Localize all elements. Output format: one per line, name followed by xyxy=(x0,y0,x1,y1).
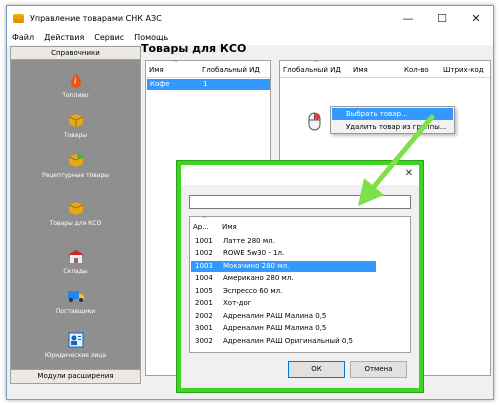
item-name: ROWE 5w30 - 1л. xyxy=(223,249,285,257)
sort-arrow-icon: ^ xyxy=(173,60,179,67)
sidebar-header[interactable]: Справочники xyxy=(11,47,140,60)
table-row[interactable]: Кофе 1 xyxy=(147,79,270,90)
item-name: Латте 280 мл. xyxy=(223,237,275,245)
column-header-name[interactable]: Имя xyxy=(149,66,164,74)
sidebar-item-fuel[interactable]: Топливо xyxy=(11,72,140,99)
close-button[interactable]: ✕ xyxy=(459,6,493,30)
sidebar-item-label: Товары xyxy=(63,132,88,139)
sidebar-item-label: Товары для КСО xyxy=(49,220,102,227)
product-list-header: ^ Ар... Имя xyxy=(190,216,410,233)
sidebar-item-label: Юридические лица xyxy=(44,352,107,359)
items-grid-header: ^ Глобальный ИД Имя Кол-во Штрих-код xyxy=(280,60,490,78)
list-item-selected[interactable]: 1003 Мокачино 280 мл. xyxy=(191,261,376,272)
context-item-remove-from-group[interactable]: Удалить товар из группы... xyxy=(332,121,453,133)
ok-button[interactable]: ОК xyxy=(288,361,345,378)
dialog-search-input[interactable] xyxy=(189,195,411,209)
column-header-global-id[interactable]: Глобальный ИД xyxy=(283,66,341,74)
mouse-icon xyxy=(308,112,321,131)
kso-box-icon xyxy=(68,202,83,215)
menu-help[interactable]: Помощь xyxy=(129,33,173,42)
box-icon xyxy=(68,114,83,127)
minimize-button[interactable]: — xyxy=(391,6,425,30)
cell-global-id: 1 xyxy=(203,80,208,88)
menu-file[interactable]: Файл xyxy=(7,33,39,42)
item-name: Адреналин РАШ Малина 0,5 xyxy=(223,324,327,332)
cell-name: Кофе xyxy=(150,80,170,88)
cancel-button[interactable]: Отмена xyxy=(350,361,407,378)
sidebar: Справочники Топливо Товары Рецептурные т… xyxy=(10,46,141,384)
item-code: 2001 xyxy=(195,299,213,307)
item-code: 2002 xyxy=(195,312,213,320)
menu-bar: Файл Действия Сервис Помощь xyxy=(7,30,493,45)
column-header-barcode[interactable]: Штрих-код xyxy=(443,66,484,74)
dialog-close-button[interactable]: ✕ xyxy=(405,168,413,179)
column-header-global-id[interactable]: Глобальный ИД xyxy=(202,66,260,74)
sidebar-item-label: Склады xyxy=(63,268,88,275)
item-name: Хот-дог xyxy=(223,299,252,307)
column-header-name[interactable]: Имя xyxy=(353,66,368,74)
list-item[interactable]: 1005 Эспрессо 60 мл. xyxy=(191,286,376,297)
recipe-box-icon xyxy=(68,153,83,167)
item-code: 3001 xyxy=(195,324,213,332)
item-code: 3002 xyxy=(195,337,213,345)
sidebar-item-legal-entities[interactable]: Юридические лица xyxy=(11,332,140,359)
list-item[interactable]: 3001 Адреналин РАШ Малина 0,5 xyxy=(191,323,376,334)
list-item[interactable]: 2001 Хот-дог xyxy=(191,298,376,309)
item-name: Адреналин РАШ Оригинальный 0,5 xyxy=(223,337,353,345)
sort-arrow-icon: ^ xyxy=(202,216,208,223)
truck-icon xyxy=(67,291,84,302)
sidebar-item-kso-goods[interactable]: Товары для КСО xyxy=(11,200,140,227)
column-header-name[interactable]: Имя xyxy=(222,223,237,231)
column-header-quantity[interactable]: Кол-во xyxy=(404,66,429,74)
sidebar-item-warehouses[interactable]: Склады xyxy=(11,248,140,275)
item-code: 1002 xyxy=(195,249,213,257)
sidebar-item-recipe-goods[interactable]: Рецептурные товары xyxy=(11,152,140,179)
list-item[interactable]: 1002 ROWE 5w30 - 1л. xyxy=(191,248,376,259)
list-item[interactable]: 2002 Адреналин РАШ Малина 0,5 xyxy=(191,311,376,322)
title-bar: Управление товарами СНК АЗС — ☐ ✕ xyxy=(7,6,493,30)
item-code: 1004 xyxy=(195,274,213,282)
column-header-article[interactable]: Ар... xyxy=(193,223,209,231)
window-title: Управление товарами СНК АЗС xyxy=(30,13,162,23)
warehouse-icon xyxy=(67,250,84,263)
item-code: 1005 xyxy=(195,287,213,295)
sidebar-item-label: Топливо xyxy=(62,92,89,99)
list-item[interactable]: 3002 Адреналин РАШ Оригинальный 0,5 xyxy=(191,336,376,347)
select-product-dialog: ✕ ^ Ар... Имя 1001 Латте 280 мл. 1002 ROWE… xyxy=(177,161,423,392)
fuel-drop-icon xyxy=(70,73,81,88)
menu-actions[interactable]: Действия xyxy=(39,33,89,42)
list-item[interactable]: 1001 Латте 280 мл. xyxy=(191,236,376,247)
item-code: 1003 xyxy=(195,262,213,270)
groups-grid-header: ^ Имя Глобальный ИД xyxy=(146,60,270,78)
item-name: Мокачино 280 мл. xyxy=(223,262,290,270)
sidebar-item-label: Поставщики xyxy=(55,308,96,315)
menu-service[interactable]: Сервис xyxy=(89,33,129,42)
page-title: Товары для КСО xyxy=(141,42,247,55)
context-menu: Выбрать товар... Удалить товар из группы… xyxy=(330,106,455,134)
item-name: Эспрессо 60 мл. xyxy=(223,287,283,295)
legal-entity-icon xyxy=(68,332,83,348)
sidebar-item-suppliers[interactable]: Поставщики xyxy=(11,288,140,315)
dialog-title-bar: ✕ xyxy=(181,165,419,185)
context-item-select-product[interactable]: Выбрать товар... xyxy=(332,108,453,120)
maximize-button[interactable]: ☐ xyxy=(425,6,459,30)
sidebar-item-label: Рецептурные товары xyxy=(41,172,110,179)
item-code: 1001 xyxy=(195,237,213,245)
sidebar-body: Топливо Товары Рецептурные товары Товары… xyxy=(11,60,140,370)
sidebar-item-goods[interactable]: Товары xyxy=(11,112,140,139)
product-list[interactable]: ^ Ар... Имя 1001 Латте 280 мл. 1002 ROWE 5… xyxy=(189,216,411,353)
item-name: Американо 280 мл. xyxy=(223,274,294,282)
list-item[interactable]: 1004 Американо 280 мл. xyxy=(191,273,376,284)
sidebar-footer[interactable]: Модули расширения xyxy=(11,369,140,383)
item-name: Адреналин РАШ Малина 0,5 xyxy=(223,312,327,320)
app-icon xyxy=(13,13,24,23)
